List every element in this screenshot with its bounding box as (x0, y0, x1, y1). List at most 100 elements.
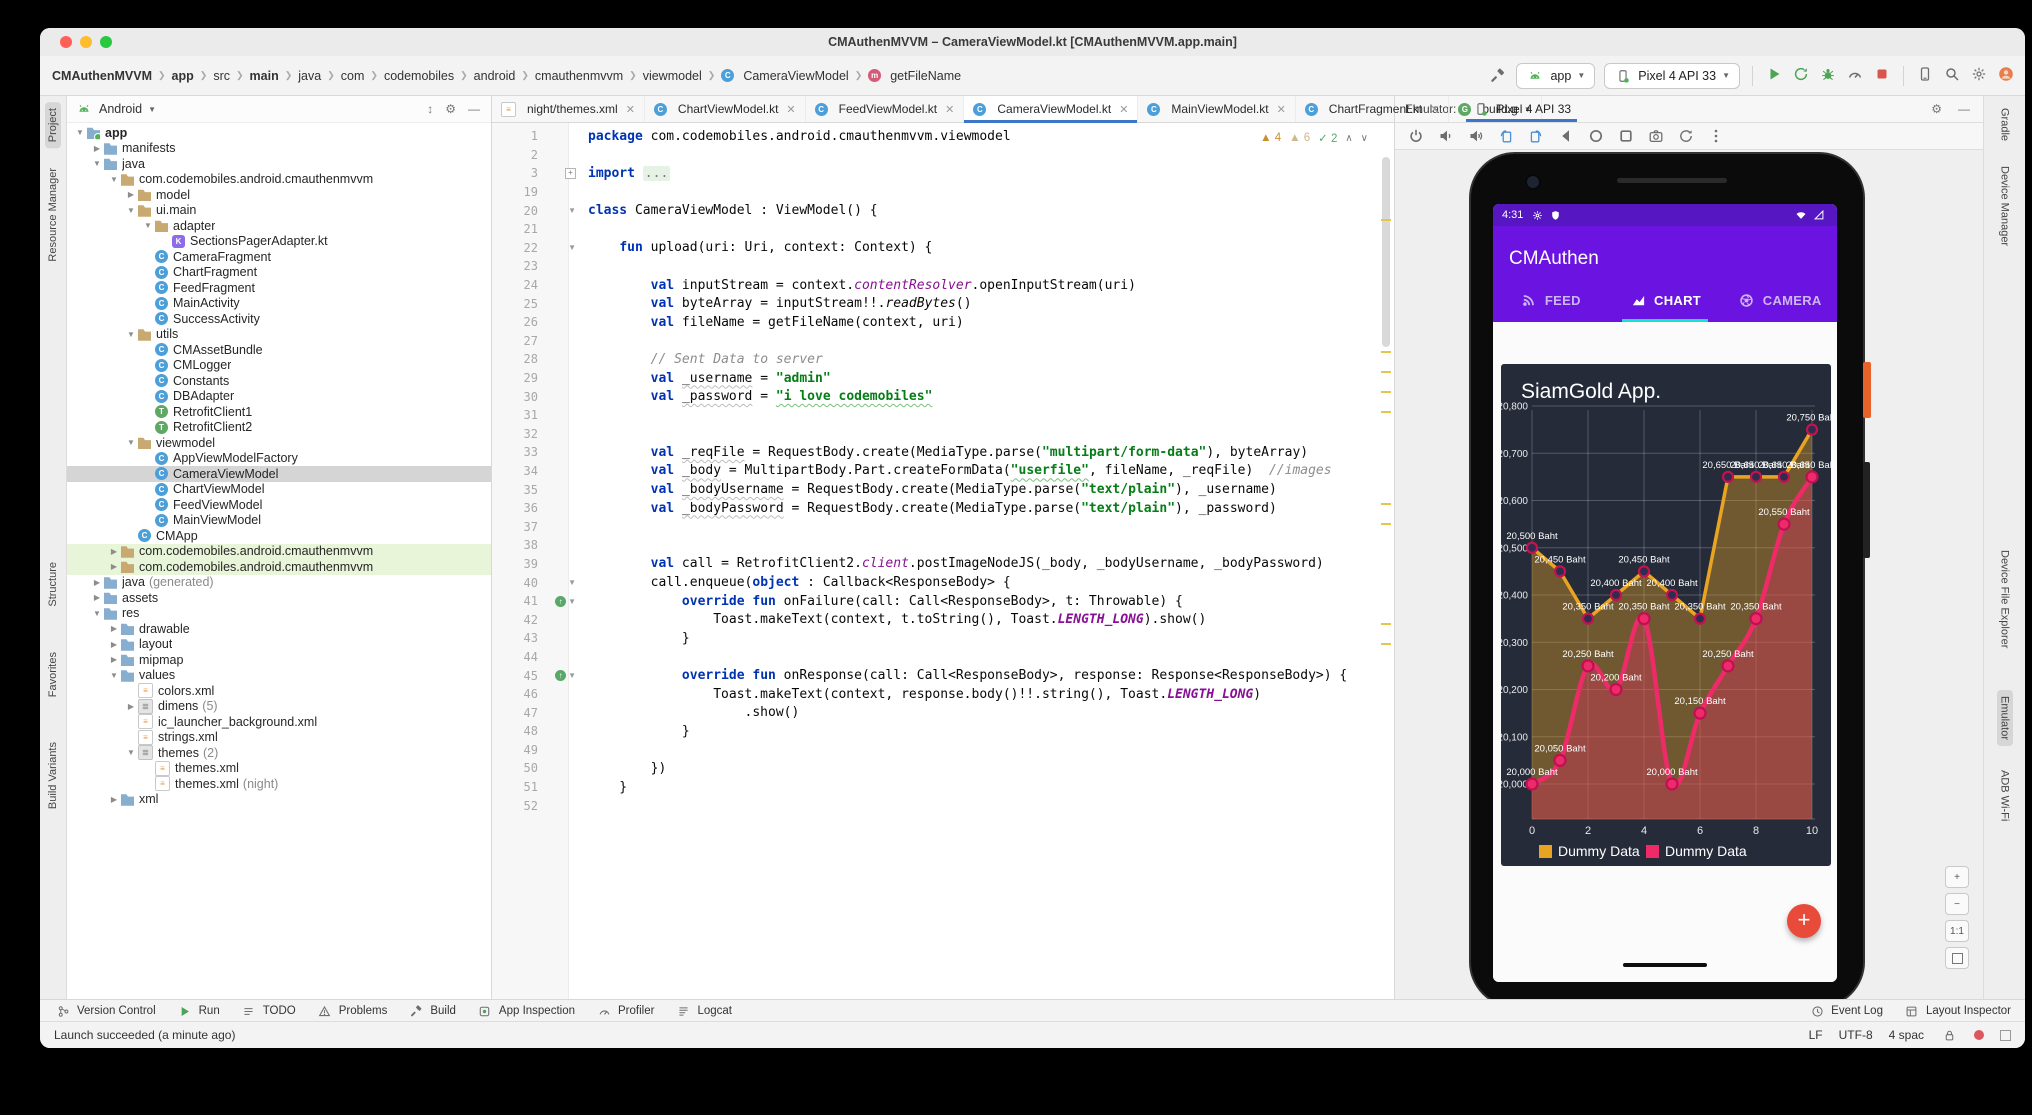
tree-item[interactable]: ▶manifests (67, 141, 491, 157)
gear-icon[interactable]: ⚙ (442, 102, 459, 116)
app-tab-camera[interactable]: CAMERA (1722, 278, 1837, 322)
toolwindow-button-app-inspection[interactable]: App Inspection (476, 1002, 575, 1020)
tree-item[interactable]: TRetrofitClient2 (67, 420, 491, 436)
sidebar-item-device-file-explorer[interactable]: Device File Explorer (1984, 544, 2025, 654)
close-icon[interactable]: ✕ (945, 103, 954, 116)
code-editor[interactable]: 1package com.codemobiles.android.cmauthe… (492, 123, 1394, 1000)
tree-item[interactable]: ▼java (67, 156, 491, 172)
overriding-method-icon[interactable]: ↑ (555, 596, 566, 607)
screenshot-button[interactable] (1647, 128, 1664, 145)
run-configuration-selector[interactable]: app▼ (1516, 63, 1595, 89)
tree-item[interactable]: CCameraFragment (67, 249, 491, 265)
device-manager-button[interactable] (1916, 65, 1934, 87)
sidebar-item-gradle[interactable]: Gradle (1984, 102, 2025, 147)
tree-item[interactable]: CChartFragment (67, 265, 491, 281)
prev-highlight-icon[interactable]: ∧ (1345, 133, 1352, 144)
breadcrumb-item[interactable]: viewmodel (641, 68, 704, 84)
overview-button[interactable] (1617, 128, 1634, 145)
sidebar-item-favorites[interactable]: Favorites (40, 646, 66, 703)
expand-icon[interactable]: ▶ (107, 655, 121, 664)
tree-item[interactable]: ▶assets (67, 590, 491, 606)
rotate-left-button[interactable] (1497, 128, 1514, 145)
expand-icon[interactable]: ▶ (107, 795, 121, 804)
toolwindow-button-layout-inspector[interactable]: Layout Inspector (1903, 1002, 2011, 1020)
tree-item[interactable]: ≡strings.xml (67, 730, 491, 746)
avatar-button[interactable] (1997, 65, 2015, 87)
tree-item[interactable]: ▶java(generated) (67, 575, 491, 591)
gear-icon[interactable]: ⚙ (1928, 102, 1945, 116)
expand-icon[interactable]: ▼ (124, 748, 138, 757)
sidebar-item-resource-manager[interactable]: Resource Manager (40, 162, 66, 268)
tree-item[interactable]: CAppViewModelFactory (67, 451, 491, 467)
run-button[interactable] (1765, 65, 1783, 87)
inspections-widget[interactable]: ▲ 4 ▲ 6 ✓ 2 ∧ ∨ (1260, 131, 1368, 145)
tree-item[interactable]: CFeedFragment (67, 280, 491, 296)
zoom-−-button[interactable]: − (1945, 893, 1969, 915)
toolwindow-button-build[interactable]: Build (407, 1002, 456, 1020)
editor-scrollbar[interactable] (1381, 123, 1392, 1000)
expand-icon[interactable]: ▶ (107, 624, 121, 633)
tree-item[interactable]: ▶layout (67, 637, 491, 653)
hide-panel-icon[interactable]: — (465, 102, 483, 116)
status-item[interactable]: LF (1809, 1028, 1823, 1042)
power-button[interactable] (1407, 128, 1424, 145)
breadcrumb-item[interactable]: app (170, 68, 196, 84)
tree-item[interactable]: CCMApp (67, 528, 491, 544)
expand-icon[interactable]: ▶ (90, 578, 104, 587)
status-item[interactable]: 4 spac (1889, 1028, 1924, 1042)
zoom-1-1-button[interactable]: 1:1 (1945, 920, 1969, 942)
close-icon[interactable]: ✕ (1277, 103, 1286, 116)
breadcrumb-item[interactable]: main (248, 68, 281, 84)
tree-item[interactable]: ≡ic_launcher_background.xml (67, 714, 491, 730)
tree-item[interactable]: CDBAdapter (67, 389, 491, 405)
expand-icon[interactable]: ▼ (124, 438, 138, 447)
editor-tab[interactable]: CChartFragment.kt✕ (1296, 96, 1450, 122)
select-opened-file-icon[interactable]: ↕ (424, 102, 436, 116)
zoom-fit-button[interactable] (1945, 947, 1969, 969)
expand-icon[interactable]: ▼ (124, 330, 138, 339)
breadcrumb-item[interactable]: codemobiles (382, 68, 456, 84)
tree-item[interactable]: ▼app (67, 125, 491, 141)
tree-item[interactable]: CChartViewModel (67, 482, 491, 498)
fold-collapse-icon[interactable]: ▼ (568, 206, 576, 215)
tree-item[interactable]: ▼utils (67, 327, 491, 343)
tree-item[interactable]: ≡themes.xml (67, 761, 491, 777)
fold-collapse-icon[interactable]: ▼ (568, 578, 576, 587)
tree-item[interactable]: CCMAssetBundle (67, 342, 491, 358)
editor-tab[interactable]: ≡night/themes.xml✕ (492, 96, 645, 122)
home-indicator[interactable] (1623, 963, 1707, 967)
tree-item[interactable]: ▶drawable (67, 621, 491, 637)
sidebar-item-adb-wi-fi[interactable]: ADB Wi-Fi (1984, 764, 2025, 827)
tree-item[interactable]: ▶com.codemobiles.android.cmauthenmvvm (67, 544, 491, 560)
tree-item[interactable]: CFeedViewModel (67, 497, 491, 513)
tree-item[interactable]: ▼viewmodel (67, 435, 491, 451)
tree-item[interactable]: ▼≣themes(2) (67, 745, 491, 761)
sidebar-item-emulator[interactable]: Emulator (1984, 690, 2025, 746)
volume-down-button[interactable] (1437, 128, 1454, 145)
editor-tab[interactable]: CFeedViewModel.kt✕ (806, 96, 965, 122)
tree-item[interactable]: ▶≣dimens(5) (67, 699, 491, 715)
editor-tab[interactable]: CMainViewModel.kt✕ (1138, 96, 1295, 122)
add-fab-button[interactable]: + (1787, 904, 1821, 938)
toolwindow-button-todo[interactable]: TODO (240, 1002, 296, 1020)
tree-item[interactable]: ▶model (67, 187, 491, 203)
toolwindow-button-version-control[interactable]: Version Control (54, 1002, 156, 1020)
stop-button[interactable] (1873, 65, 1891, 87)
toolwindow-button-problems[interactable]: Problems (316, 1002, 388, 1020)
tree-item[interactable]: ▶com.codemobiles.android.cmauthenmvvm (67, 559, 491, 575)
close-icon[interactable]: ✕ (786, 103, 795, 116)
settings-button[interactable] (1970, 65, 1988, 87)
expand-icon[interactable]: ▼ (141, 221, 155, 230)
expand-icon[interactable]: ▼ (124, 206, 138, 215)
status-item[interactable]: UTF-8 (1839, 1028, 1873, 1042)
expand-icon[interactable]: ▼ (107, 671, 121, 680)
expand-icon[interactable]: ▼ (107, 175, 121, 184)
expand-icon[interactable]: ▶ (107, 547, 121, 556)
tree-item[interactable]: ≡colors.xml (67, 683, 491, 699)
expand-icon[interactable]: ▶ (124, 190, 138, 199)
tree-item[interactable]: ▶mipmap (67, 652, 491, 668)
tree-item[interactable]: CSuccessActivity (67, 311, 491, 327)
sidebar-item-project[interactable]: Project (40, 102, 66, 148)
close-icon[interactable]: ✕ (1430, 103, 1439, 116)
tree-item[interactable]: CMainViewModel (67, 513, 491, 529)
